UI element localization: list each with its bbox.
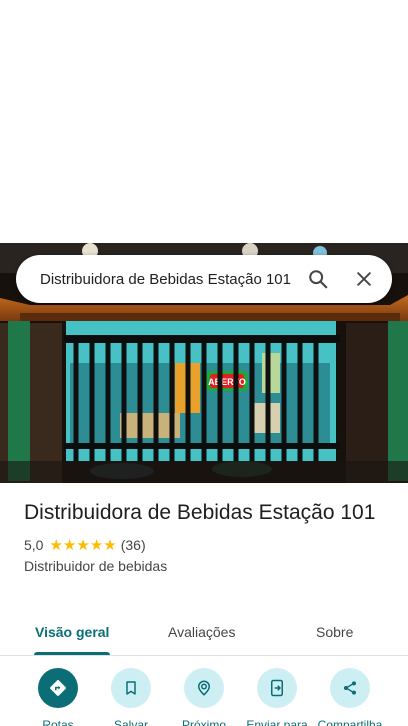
action-row: Rotas Salvar Próximo Enviar para Compart…	[0, 668, 408, 726]
rating-row[interactable]: 5,0 ★ ★ ★ ★ ★ (36)	[24, 536, 394, 554]
search-icon[interactable]	[298, 259, 338, 299]
star-rating: ★ ★ ★ ★ ★	[49, 538, 116, 553]
directions-button[interactable]: Rotas	[20, 668, 96, 726]
tab-reviews[interactable]: Avaliações	[168, 624, 235, 640]
send-to-phone-icon	[257, 668, 297, 708]
save-button[interactable]: Salvar	[93, 668, 169, 726]
directions-label: Rotas	[42, 718, 74, 726]
star-icon: ★	[89, 536, 104, 554]
star-icon: ★	[62, 536, 77, 554]
place-title: Distribuidora de Bebidas Estação 101	[24, 501, 376, 524]
tab-overview[interactable]: Visão geral	[35, 624, 109, 640]
send-to-phone-label: Enviar para	[246, 718, 308, 726]
active-tab-indicator	[34, 652, 110, 655]
save-label: Salvar	[113, 718, 148, 726]
share-button[interactable]: Compartilha	[312, 668, 388, 726]
share-label: Compartilha	[317, 718, 383, 726]
review-count[interactable]: (36)	[121, 537, 146, 553]
nearby-label: Próximo	[181, 718, 226, 726]
star-icon: ★	[76, 536, 90, 554]
aberto-sign: ABERTO	[208, 377, 246, 387]
place-info: Distribuidora de Bebidas Estação 101 5,0…	[24, 500, 394, 574]
star-icon: ★	[49, 536, 63, 554]
map-area-blank	[0, 0, 408, 243]
nearby-icon	[184, 668, 224, 708]
share-icon	[330, 668, 370, 708]
send-to-phone-button[interactable]: Enviar para	[239, 668, 315, 726]
nearby-button[interactable]: Próximo	[166, 668, 242, 726]
place-category: Distribuidor de bebidas	[24, 558, 168, 574]
search-input[interactable]: Distribuidora de Bebidas Estação 101	[40, 271, 292, 288]
tab-bar: Visão geral Avaliações Sobre	[0, 608, 408, 656]
close-icon[interactable]	[344, 259, 384, 299]
search-bar[interactable]: Distribuidora de Bebidas Estação 101	[16, 255, 392, 303]
tab-about[interactable]: Sobre	[316, 624, 353, 640]
directions-icon	[38, 668, 78, 708]
bookmark-icon	[111, 668, 151, 708]
rating-value: 5,0	[24, 537, 44, 553]
star-icon: ★	[103, 536, 117, 554]
